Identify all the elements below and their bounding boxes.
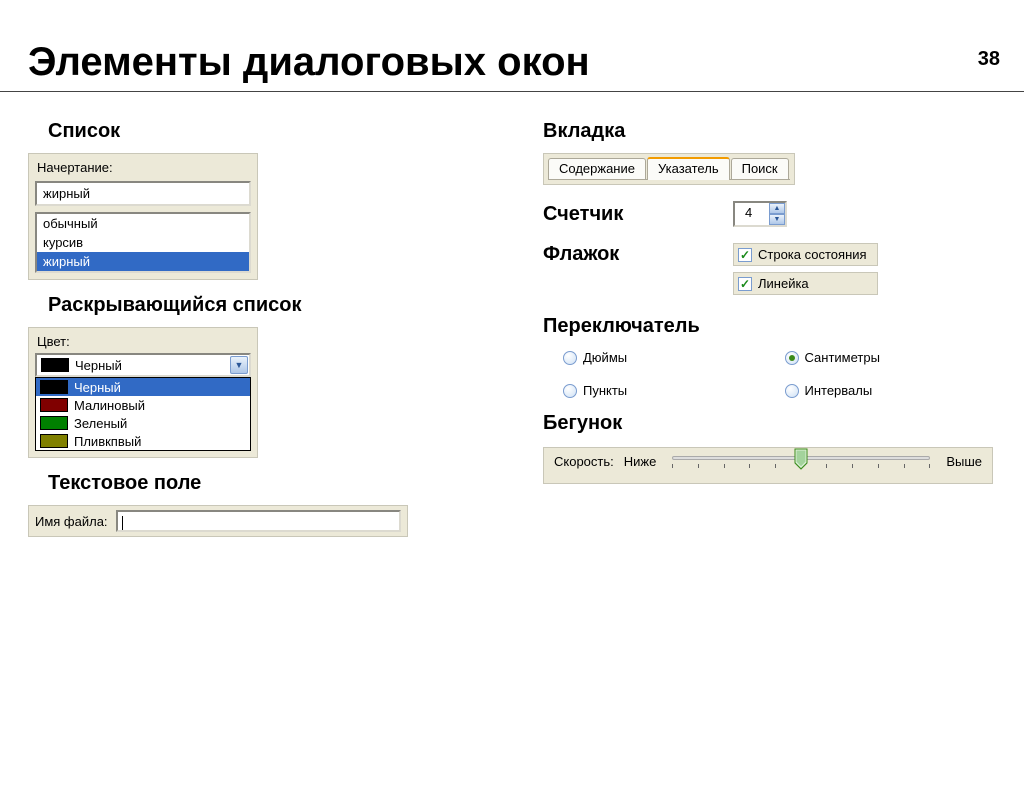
chevron-up-icon[interactable]: ▲: [769, 203, 785, 214]
radio-label: Пункты: [583, 383, 627, 398]
page-title: Элементы диалоговых окон: [28, 40, 1024, 85]
checkbox-row[interactable]: ✓ Линейка: [733, 272, 878, 295]
combobox[interactable]: Черный ▼: [35, 353, 251, 377]
chevron-down-icon[interactable]: ▼: [769, 214, 785, 225]
radio-row[interactable]: Интервалы: [785, 383, 977, 398]
section-textfield-title: Текстовое поле: [48, 472, 501, 495]
radio-row[interactable]: Дюймы: [563, 350, 755, 365]
tab-item-active[interactable]: Указатель: [647, 157, 730, 180]
list-item[interactable]: курсив: [37, 233, 249, 252]
section-checkbox-title: Флажок: [543, 243, 733, 266]
tab-item[interactable]: Содержание: [548, 158, 646, 179]
dropdown-item-selected[interactable]: Черный: [36, 378, 250, 396]
tabs-panel: Содержание Указатель Поиск: [543, 153, 795, 185]
checkbox-row[interactable]: ✓ Строка состояния: [733, 243, 878, 266]
radio-unchecked-icon[interactable]: [563, 351, 577, 365]
radio-label: Интервалы: [805, 383, 873, 398]
filename-input[interactable]: [116, 510, 401, 532]
radio-label: Сантиметры: [805, 350, 880, 365]
dropdown-label: Цвет:: [29, 328, 257, 353]
section-slider-title: Бегунок: [543, 412, 996, 435]
radio-unchecked-icon[interactable]: [563, 384, 577, 398]
dropdown-item-label: Зеленый: [74, 416, 127, 431]
dropdown-item-label: Черный: [74, 380, 121, 395]
radio-unchecked-icon[interactable]: [785, 384, 799, 398]
tab-item[interactable]: Поиск: [731, 158, 789, 179]
section-tabs-title: Вкладка: [543, 120, 996, 143]
radio-row[interactable]: Сантиметры: [785, 350, 977, 365]
dropdown-item[interactable]: Пливкпвый: [36, 432, 250, 450]
listbox[interactable]: обычный курсив жирный: [35, 212, 251, 273]
slider-low-label: Ниже: [624, 454, 657, 469]
combobox-value: Черный: [75, 356, 229, 375]
checkbox-checked-icon[interactable]: ✓: [738, 248, 752, 262]
list-item[interactable]: обычный: [37, 214, 249, 233]
textfield-panel: Имя файла:: [28, 505, 408, 537]
checkbox-label: Линейка: [758, 276, 809, 291]
section-list-title: Список: [48, 120, 501, 143]
swatch-icon: [40, 398, 68, 412]
dropdown-list[interactable]: Черный Малиновый Зеленый Пливкпвый: [35, 377, 251, 451]
swatch-icon: [40, 434, 68, 448]
page-number: 38: [978, 48, 1000, 71]
divider: [0, 91, 1024, 92]
textfield-label: Имя файла:: [35, 514, 116, 529]
radio-row[interactable]: Пункты: [563, 383, 755, 398]
section-spinner-title: Счетчик: [543, 203, 733, 226]
swatch-icon: [40, 416, 68, 430]
caret-icon: [122, 516, 123, 530]
checkbox-label: Строка состояния: [758, 247, 867, 262]
dropdown-item-label: Пливкпвый: [74, 434, 141, 449]
spinner[interactable]: 4 ▲ ▼: [733, 201, 787, 227]
dropdown-item[interactable]: Малиновый: [36, 396, 250, 414]
listbox-selection-display: жирный: [35, 181, 251, 206]
slider-thumb[interactable]: [794, 448, 808, 470]
dropdown-item-label: Малиновый: [74, 398, 145, 413]
slider-label: Скорость:: [554, 454, 614, 469]
slider-panel: Скорость: Ниже: [543, 447, 993, 484]
checkbox-checked-icon[interactable]: ✓: [738, 277, 752, 291]
list-item-selected[interactable]: жирный: [37, 252, 249, 271]
swatch-icon: [40, 380, 68, 394]
dropdown-panel: Цвет: Черный ▼ Черный Малиновый Зеленый: [28, 327, 258, 458]
spinner-value: 4: [735, 203, 769, 225]
section-radio-title: Переключатель: [543, 315, 996, 338]
radio-checked-icon[interactable]: [785, 351, 799, 365]
chevron-down-icon[interactable]: ▼: [230, 356, 248, 374]
slider-track[interactable]: [672, 456, 930, 460]
swatch-icon: [41, 358, 69, 372]
radio-label: Дюймы: [583, 350, 627, 365]
slider-high-label: Выше: [946, 454, 982, 469]
listbox-panel: Начертание: жирный обычный курсив жирный: [28, 153, 258, 280]
listbox-label: Начертание:: [29, 154, 257, 179]
section-dropdown-title: Раскрывающийся список: [48, 294, 501, 317]
dropdown-item[interactable]: Зеленый: [36, 414, 250, 432]
